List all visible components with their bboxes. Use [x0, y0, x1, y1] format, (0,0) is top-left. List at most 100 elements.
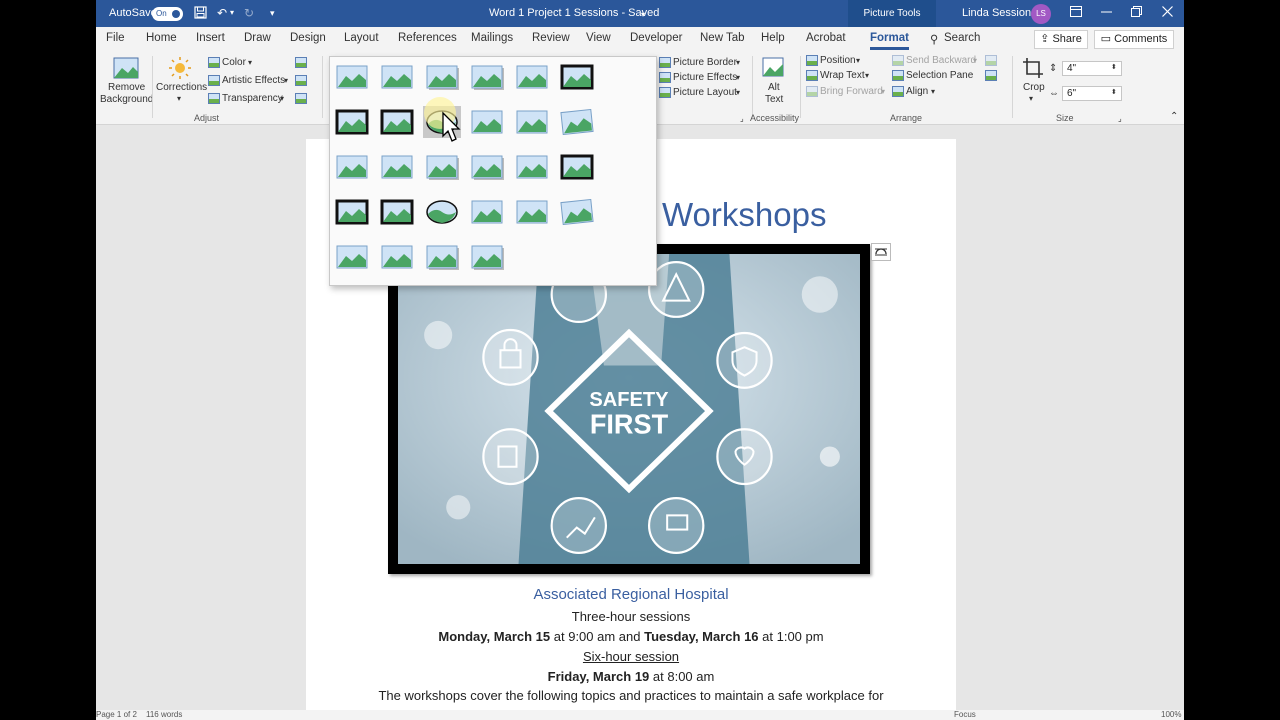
picture-style-option[interactable]: [333, 106, 371, 138]
tab-design[interactable]: Design: [290, 32, 326, 44]
tab-file[interactable]: File: [106, 32, 125, 44]
tab-draw[interactable]: Draw: [244, 32, 271, 44]
dialog-launcher-icon[interactable]: ⌟: [1118, 113, 1122, 125]
picture-style-thumbnail-icon: [516, 65, 548, 89]
picture-style-thumbnail-icon: [335, 109, 369, 135]
ribbon-tabs: File Home Insert Draw Design Layout Refe…: [96, 27, 1184, 52]
picture-style-option[interactable]: [513, 151, 551, 183]
tab-layout[interactable]: Layout: [344, 32, 379, 44]
tab-insert[interactable]: Insert: [196, 32, 225, 44]
focus-mode[interactable]: Focus: [954, 710, 976, 720]
picture-style-option[interactable]: [423, 241, 461, 273]
picture-style-option[interactable]: [378, 241, 416, 273]
dropdown-arrow-icon: ▾: [1029, 94, 1034, 103]
picture-style-option[interactable]: [558, 196, 596, 228]
comment-icon: ▭: [1100, 33, 1115, 45]
picture-style-option[interactable]: [468, 61, 506, 93]
tab-acrobat[interactable]: Acrobat: [806, 32, 846, 44]
selected-picture[interactable]: SAFETY FIRST: [388, 244, 870, 574]
title-dropdown-icon[interactable]: ▾: [641, 8, 645, 22]
picture-style-option[interactable]: [333, 241, 371, 273]
picture-style-thumbnail-icon: [335, 199, 369, 225]
picture-style-option[interactable]: [513, 196, 551, 228]
picture-style-option[interactable]: [423, 196, 461, 228]
picture-style-option[interactable]: [378, 196, 416, 228]
dialog-launcher-icon[interactable]: ⌟: [740, 113, 744, 125]
redo-icon[interactable]: ↻: [244, 6, 254, 20]
share-icon: ⇪: [1040, 33, 1053, 45]
picture-style-option[interactable]: [333, 196, 371, 228]
picture-style-option[interactable]: [468, 151, 506, 183]
picture-style-thumbnail-icon: [426, 65, 459, 90]
layout-options-button[interactable]: [871, 243, 891, 261]
picture-style-option[interactable]: [558, 106, 596, 138]
picture-style-option[interactable]: [558, 61, 596, 93]
dropdown-arrow-icon: ▾: [881, 87, 886, 96]
share-button[interactable]: ⇪ Share: [1034, 30, 1088, 49]
picture-style-option[interactable]: [513, 61, 551, 93]
autosave-label: AutoSave: [109, 7, 157, 19]
group-icon[interactable]: [985, 55, 997, 66]
picture-style-option[interactable]: [378, 106, 416, 138]
picture-style-option[interactable]: [333, 151, 371, 183]
zoom-level[interactable]: 100%: [1161, 710, 1181, 720]
picture-style-option[interactable]: [333, 61, 371, 93]
picture-style-option[interactable]: [558, 151, 596, 183]
undo-dropdown-icon[interactable]: ▾: [230, 6, 234, 20]
undo-icon[interactable]: ↶: [217, 6, 227, 20]
save-icon[interactable]: [194, 6, 207, 22]
collapse-ribbon-icon[interactable]: ⌃: [1170, 111, 1178, 123]
minimize-icon[interactable]: [1101, 6, 1112, 20]
picture-style-option[interactable]: [468, 241, 506, 273]
picture-style-option[interactable]: [378, 151, 416, 183]
tab-references[interactable]: References: [398, 32, 457, 44]
picture-style-thumbnail-icon: [471, 155, 504, 180]
picture-style-option[interactable]: [378, 61, 416, 93]
change-picture-icon[interactable]: [295, 75, 307, 86]
compress-pictures-icon[interactable]: [295, 57, 307, 68]
tab-help[interactable]: Help: [761, 32, 785, 44]
picture-style-option[interactable]: [423, 151, 461, 183]
picture-style-thumbnail-icon: [381, 245, 413, 269]
transparency-icon: [208, 93, 220, 104]
tab-format[interactable]: Format: [870, 32, 909, 50]
page-count[interactable]: Page 1 of 2: [96, 710, 137, 720]
separator: [752, 56, 753, 118]
picture-effects-icon: [659, 72, 671, 83]
picture-style-option[interactable]: [423, 61, 461, 93]
tab-developer[interactable]: Developer: [630, 32, 682, 44]
tab-new-tab[interactable]: New Tab: [700, 32, 745, 44]
tab-home[interactable]: Home: [146, 32, 177, 44]
user-name[interactable]: Linda Sessions: [962, 7, 1037, 19]
rotate-icon[interactable]: [985, 70, 997, 81]
restore-icon[interactable]: [1131, 6, 1142, 20]
ribbon-display-icon[interactable]: [1070, 6, 1082, 20]
avatar[interactable]: LS: [1031, 4, 1051, 24]
tab-review[interactable]: Review: [532, 32, 570, 44]
width-spinner-icon[interactable]: ⬍: [1111, 87, 1117, 99]
picture-style-option[interactable]: [468, 106, 506, 138]
tab-view[interactable]: View: [586, 32, 611, 44]
close-icon[interactable]: [1162, 6, 1173, 20]
dropdown-arrow-icon: ▾: [856, 56, 861, 65]
picture-style-option[interactable]: [513, 106, 551, 138]
word-count[interactable]: 116 words: [146, 710, 182, 720]
tab-mailings[interactable]: Mailings: [471, 32, 513, 44]
reset-picture-icon[interactable]: [295, 93, 307, 104]
picture-style-option[interactable]: [468, 196, 506, 228]
image-text-first: FIRST: [590, 408, 669, 439]
autosave-toggle[interactable]: On: [152, 7, 183, 21]
customize-toolbar-icon[interactable]: ▾: [270, 6, 275, 20]
cursor-icon: [424, 97, 461, 142]
height-spinner-icon[interactable]: ⬍: [1111, 62, 1117, 74]
body-paragraph: The workshops cover the following topics…: [378, 688, 884, 703]
picture-style-thumbnail-icon: [471, 65, 504, 90]
word-window: AutoSave On ↶ ▾ ↻ ▾ Word 1 Project 1 Ses…: [96, 0, 1184, 720]
search-label[interactable]: Search: [944, 32, 980, 44]
dropdown-arrow-icon: ▾: [736, 58, 741, 67]
wrap-text-icon: [806, 70, 818, 81]
search-icon[interactable]: ⚲: [930, 32, 938, 46]
comments-button[interactable]: ▭ Comments: [1094, 30, 1174, 49]
bring-forward-icon: [806, 86, 818, 97]
send-backward-icon: [892, 55, 904, 66]
